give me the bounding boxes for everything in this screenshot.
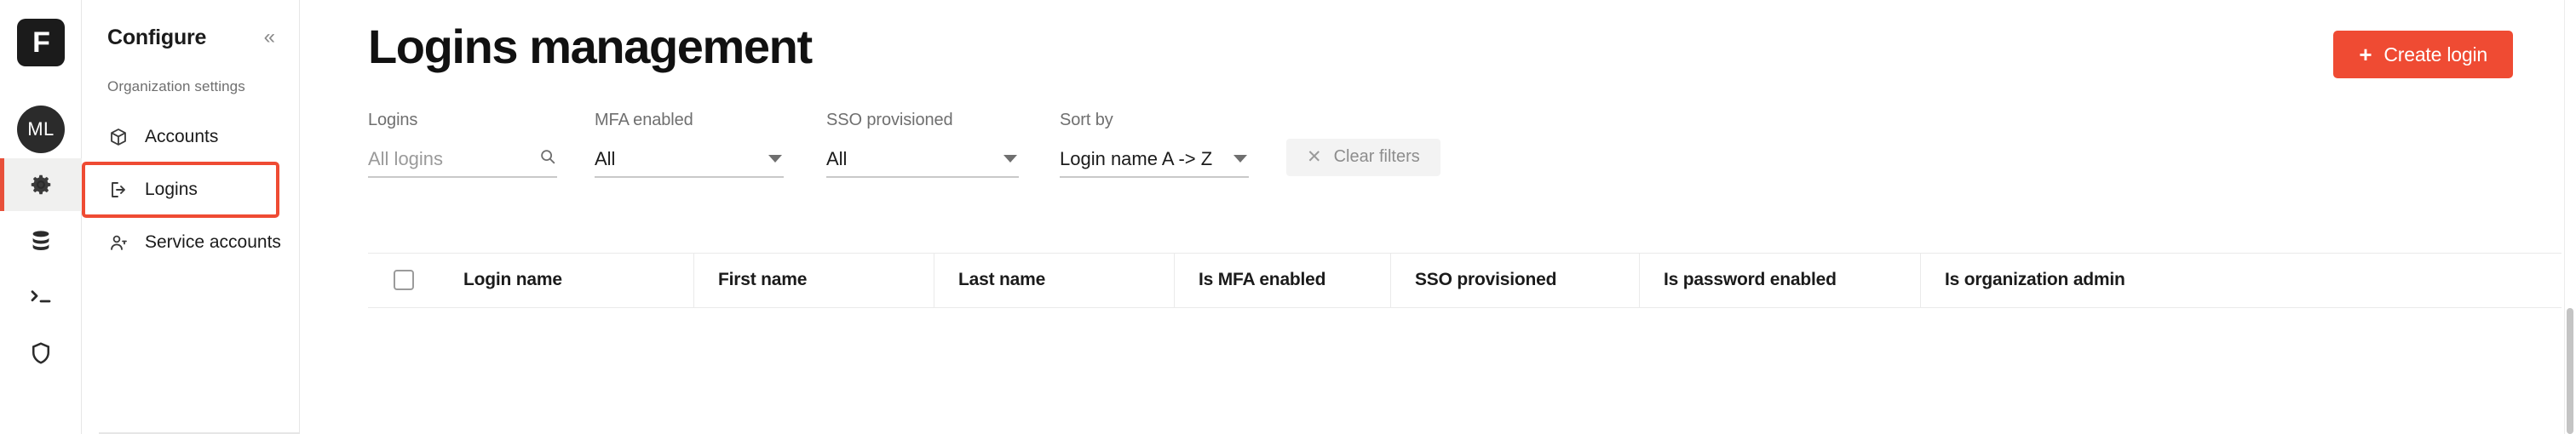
mfa-enabled-value: All — [595, 147, 616, 169]
column-header-sso-provisioned[interactable]: SSO provisioned — [1390, 253, 1639, 308]
page-scrollbar[interactable] — [2564, 0, 2576, 434]
sort-by-value: Login name A -> Z — [1060, 147, 1213, 169]
sidebar-item-label: Logins — [145, 180, 198, 199]
configure-sidebar: Configure « Organization settings Accoun… — [82, 0, 300, 434]
mfa-enabled-label: MFA enabled — [595, 110, 693, 129]
sidebar-title: Configure — [107, 25, 207, 49]
sidebar-item-accounts[interactable]: Accounts — [82, 111, 299, 163]
database-icon — [28, 228, 54, 254]
clear-filters-button[interactable]: ✕ Clear filters — [1286, 138, 1440, 176]
chevron-down-icon — [768, 155, 782, 163]
create-login-button[interactable]: + Create login — [2333, 31, 2513, 78]
plus-icon: + — [2359, 42, 2372, 67]
column-header-is-password-enabled[interactable]: Is password enabled — [1639, 253, 1920, 308]
close-icon: ✕ — [1307, 147, 1322, 168]
sidebar-item-logins[interactable]: Logins — [82, 162, 279, 218]
rail-item-shield[interactable] — [0, 327, 82, 380]
column-header-is-organization-admin[interactable]: Is organization admin — [1920, 253, 2227, 308]
search-icon[interactable] — [538, 147, 557, 171]
sso-provisioned-label: SSO provisioned — [826, 110, 953, 129]
column-header-login-name[interactable]: Login name — [440, 253, 693, 307]
clear-filters-label: Clear filters — [1333, 147, 1420, 167]
main-content: Logins management + Create login Logins … — [300, 0, 2576, 434]
mfa-enabled-field: MFA enabled All — [595, 111, 784, 178]
login-arrow-icon — [107, 179, 129, 201]
sort-by-label: Sort by — [1060, 110, 1113, 129]
sort-by-select[interactable]: Login name A -> Z — [1060, 142, 1249, 178]
sidebar-header: Configure « — [82, 0, 299, 51]
search-input[interactable]: All logins — [368, 142, 557, 178]
page-title: Logins management — [368, 20, 813, 73]
logins-table: Login name First name Last name Is MFA e… — [368, 252, 2562, 308]
sidebar-section-label: Organization settings — [107, 78, 245, 94]
sso-provisioned-select[interactable]: All — [826, 142, 1019, 178]
app-logo[interactable]: F — [17, 19, 65, 66]
column-header-first-name[interactable]: First name — [693, 253, 934, 308]
app-window: F ML Configure « Organization settings A… — [0, 0, 2576, 434]
sort-by-field: Sort by Login name A -> Z — [1060, 111, 1249, 178]
terminal-icon — [28, 284, 54, 310]
sidebar-item-service-accounts[interactable]: Service accounts — [82, 216, 299, 269]
sso-provisioned-field: SSO provisioned All — [826, 111, 1019, 178]
user-key-icon — [107, 231, 129, 254]
chevron-down-icon — [1003, 155, 1017, 163]
rail-item-settings[interactable] — [0, 158, 82, 211]
sidebar-item-label: Accounts — [145, 127, 219, 146]
column-header-last-name[interactable]: Last name — [934, 253, 1174, 308]
logins-search-label: Logins — [368, 110, 418, 129]
sidebar-nav: Accounts Logins Service accounts — [82, 111, 299, 269]
rail-item-terminal[interactable] — [0, 271, 82, 323]
create-login-label: Create login — [2383, 43, 2487, 66]
table-header-row: Login name First name Last name Is MFA e… — [368, 253, 2562, 308]
logins-search-field: Logins All logins — [368, 111, 557, 178]
rail-item-database[interactable] — [0, 214, 82, 267]
select-all-cell — [368, 253, 440, 307]
collapse-sidebar-icon[interactable]: « — [259, 24, 280, 51]
avatar[interactable]: ML — [17, 106, 65, 153]
sso-provisioned-value: All — [826, 147, 848, 169]
page-scrollbar-thumb[interactable] — [2567, 308, 2573, 434]
sidebar-item-label: Service accounts — [145, 232, 281, 252]
gear-icon — [28, 172, 54, 197]
box-icon — [107, 126, 129, 148]
column-header-is-mfa-enabled[interactable]: Is MFA enabled — [1174, 253, 1390, 308]
filter-bar: Logins All logins MFA enabled All SSO pr… — [368, 111, 2576, 178]
select-all-checkbox[interactable] — [394, 270, 414, 291]
shield-icon — [28, 340, 54, 366]
chevron-down-icon — [1233, 155, 1247, 163]
mfa-enabled-select[interactable]: All — [595, 142, 784, 178]
search-input-placeholder: All logins — [368, 147, 444, 169]
app-icon-rail: F ML — [0, 0, 82, 434]
